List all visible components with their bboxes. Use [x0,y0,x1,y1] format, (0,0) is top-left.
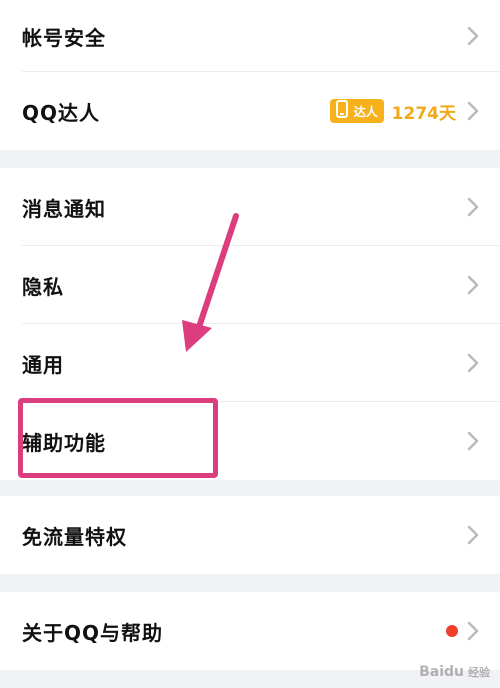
row-account-security[interactable]: 帐号安全 [0,0,500,72]
baidu-watermark: Baidu 经验 [419,664,490,680]
chevron-right-icon [466,430,480,452]
daren-badge: 达人 [329,99,384,123]
row-label: 帐号安全 [22,25,106,50]
row-about-help[interactable]: 关于QQ与帮助 [0,592,500,670]
row-qq-daren[interactable]: QQ达人 达人 1274天 [0,72,500,150]
watermark-brand: Baidu [419,664,464,680]
settings-group-about: 关于QQ与帮助 [0,592,500,670]
watermark-sub: 经验 [468,666,490,679]
chevron-right-icon [466,274,480,296]
row-label: QQ达人 [22,100,101,125]
daren-days: 1274天 [391,103,456,124]
chevron-right-icon [466,352,480,374]
annotation-arrow [178,210,248,374]
row-label: 通用 [22,352,64,377]
row-free-traffic[interactable]: 免流量特权 [0,496,500,574]
row-label: 消息通知 [22,196,106,221]
chevron-right-icon [466,524,480,546]
row-label: 免流量特权 [22,524,127,549]
chevron-right-icon [466,100,480,122]
annotation-highlight-box [18,398,218,478]
row-privacy[interactable]: 隐私 [0,246,500,324]
row-label: 关于QQ与帮助 [22,620,164,645]
daren-badge-label: 达人 [353,104,378,119]
chevron-right-icon [466,196,480,218]
chevron-right-icon [466,25,480,47]
row-label: 隐私 [22,274,64,299]
red-dot-icon [446,625,458,637]
row-notifications[interactable]: 消息通知 [0,168,500,246]
row-general[interactable]: 通用 [0,324,500,402]
settings-group-account: 帐号安全 QQ达人 达人 1274天 [0,0,500,150]
chevron-right-icon [466,620,480,642]
phone-badge-icon [334,100,350,122]
daren-badge-group: 达人 1274天 [329,96,456,126]
settings-group-traffic: 免流量特权 [0,496,500,574]
